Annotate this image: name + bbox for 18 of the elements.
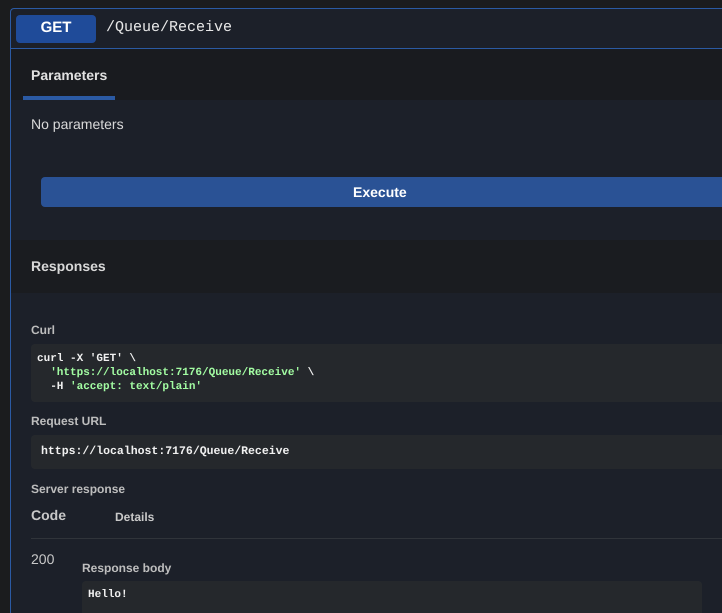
endpoint-path: /Queue/Receive [106, 18, 232, 38]
responses-title: Responses [31, 257, 106, 276]
response-body-block: Hello! [82, 581, 702, 613]
no-parameters-text: No parameters [31, 115, 125, 134]
execute-button[interactable]: Execute [41, 177, 722, 207]
code-line: 'https://localhost:7176/Queue/Receive' \ [50, 366, 314, 380]
server-response-title: Server response [31, 481, 126, 498]
request-url-label: Request URL [31, 413, 108, 430]
column-header: Code [31, 506, 67, 525]
tab[interactable]: Parameters [23, 49, 116, 100]
method-badge: GET [16, 14, 96, 42]
status-code: 200 [31, 550, 56, 569]
code-line: -H 'accept: text/plain' [50, 380, 202, 394]
curl-label: Curl [31, 322, 56, 339]
column-header: Details [115, 509, 154, 526]
code-line: curl -X 'GET' \ [37, 352, 136, 366]
response-body-label: Response body [82, 560, 172, 577]
request-url-field: https://localhost:7176/Queue/Receive [31, 435, 722, 469]
